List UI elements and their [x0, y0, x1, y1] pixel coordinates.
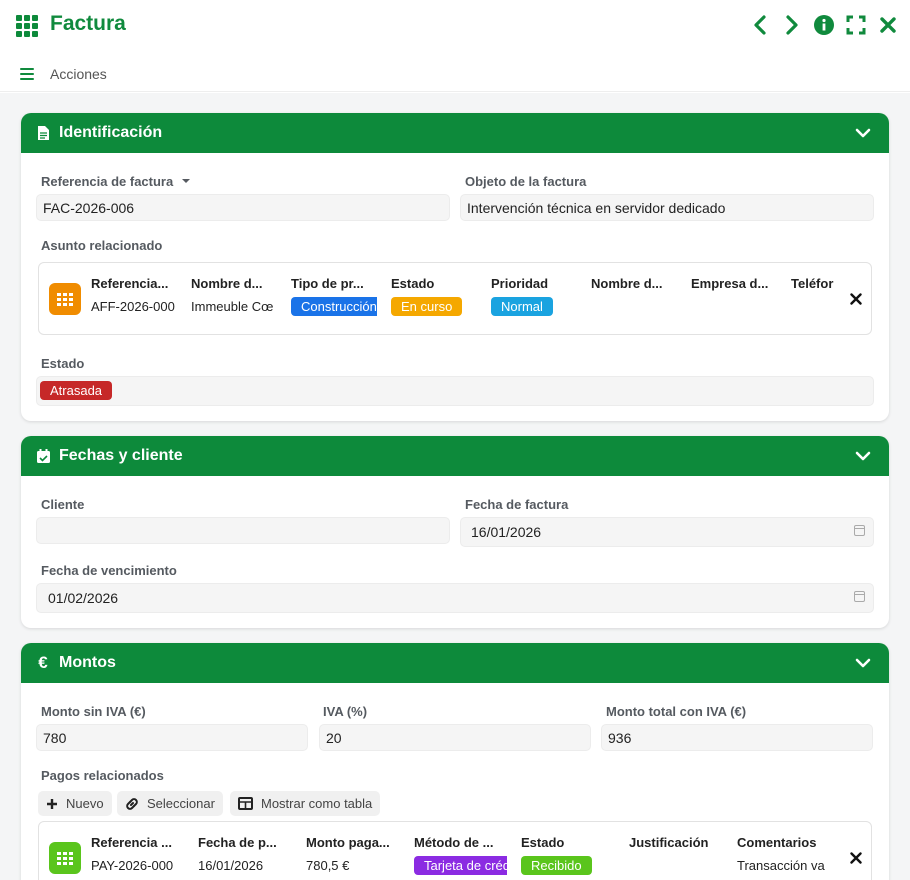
chevron-down-icon[interactable]: [855, 655, 871, 671]
col-nombre-2: Nombre d...: [591, 276, 663, 291]
panel-header-fechas[interactable]: Fechas y cliente: [21, 436, 889, 476]
total-label: Monto total con IVA (€): [606, 704, 747, 719]
chevron-down-icon[interactable]: [855, 448, 871, 464]
col-estado: Estado En curso: [391, 276, 477, 319]
link-icon: [126, 797, 138, 810]
sin-iva-field[interactable]: 780: [36, 724, 308, 751]
chevron-down-icon[interactable]: [855, 125, 871, 141]
chevron-left-icon[interactable]: [750, 14, 770, 36]
vencimiento-label: Fecha de vencimiento: [41, 563, 177, 578]
total-field[interactable]: 936: [601, 724, 873, 751]
panel-title: Montos: [59, 654, 116, 671]
col-nombre: Nombre d... Immeuble Cœ: [191, 276, 274, 314]
cliente-field[interactable]: [36, 517, 450, 544]
calendar-icon[interactable]: [854, 525, 865, 536]
calendar-check-icon: [35, 447, 51, 465]
close-icon[interactable]: [878, 14, 898, 36]
cliente-label: Cliente: [41, 497, 85, 512]
pago-card[interactable]: Referencia ... PAY-2026-000 Fecha de p..…: [38, 821, 872, 880]
col-monto: Monto paga... 780,5 €: [306, 835, 390, 873]
vencimiento-value: 01/02/2026: [48, 590, 119, 606]
estado-field[interactable]: Atrasada: [36, 376, 874, 406]
page-title: Factura: [50, 12, 126, 35]
remove-icon[interactable]: [850, 852, 862, 864]
panel-title: Fechas y cliente: [59, 447, 183, 464]
document-icon: [35, 124, 51, 142]
objeto-field[interactable]: Intervención técnica en servidor dedicad…: [460, 194, 874, 221]
caret-down-icon[interactable]: [181, 176, 191, 186]
show-table-button[interactable]: Mostrar como tabla: [230, 791, 381, 816]
estado-tag: Recibido: [521, 856, 592, 875]
col-telefono: Teléfor: [791, 276, 834, 291]
prioridad-tag: Normal: [491, 297, 553, 316]
panel-title: Identificación: [59, 124, 163, 141]
objeto-label: Objeto de la factura: [465, 174, 587, 189]
col-fecha: Fecha de p... 16/01/2026: [198, 835, 277, 873]
new-button[interactable]: Nuevo: [38, 791, 112, 816]
col-tipo: Tipo de pr... Construcción: [291, 276, 377, 316]
panel-montos: € Montos Monto sin IVA (€) 780 IVA (%) 2…: [21, 643, 889, 880]
panel-header-montos[interactable]: € Montos: [21, 643, 889, 683]
col-justificacion: Justificación: [629, 835, 709, 850]
select-button[interactable]: Seleccionar: [117, 791, 223, 816]
col-prioridad: Prioridad Normal: [491, 276, 577, 319]
fecha-factura-label: Fecha de factura: [465, 497, 569, 512]
grid-icon: [49, 842, 81, 874]
hamburger-icon[interactable]: [20, 68, 34, 80]
window-controls: [750, 14, 898, 36]
col-referencia: Referencia ... PAY-2026-000: [91, 835, 174, 873]
col-empresa: Empresa d...: [691, 276, 769, 291]
calendar-icon[interactable]: [854, 591, 865, 602]
actions-menu-label: Acciones: [50, 66, 107, 82]
expand-icon[interactable]: [846, 14, 866, 36]
fecha-factura-field[interactable]: 16/01/2026: [460, 517, 874, 547]
remove-icon[interactable]: [850, 293, 862, 305]
iva-field[interactable]: 20: [319, 724, 591, 751]
estado-badge: Atrasada: [40, 381, 113, 400]
ref-factura-label[interactable]: Referencia de factura: [41, 174, 191, 189]
metodo-tag: Tarjeta de crédito: [414, 856, 507, 875]
plus-icon: [47, 798, 57, 809]
info-icon[interactable]: [814, 14, 834, 36]
pagos-label: Pagos relacionados: [41, 768, 164, 783]
ref-factura-field[interactable]: FAC-2026-006: [36, 194, 450, 221]
top-bar: Factura Acciones: [0, 0, 910, 92]
asunto-label: Asunto relacionado: [41, 238, 163, 253]
fecha-factura-value: 16/01/2026: [471, 524, 542, 540]
col-comentarios: Comentarios Transacción va: [737, 835, 825, 873]
actions-menu[interactable]: Acciones: [20, 66, 107, 82]
tipo-tag: Construcción: [291, 297, 377, 316]
iva-label: IVA (%): [323, 704, 368, 719]
grid-icon: [49, 283, 81, 315]
estado-tag: En curso: [391, 297, 463, 316]
content-area: Identificación Referencia de factura FAC…: [0, 93, 910, 880]
panel-fechas: Fechas y cliente Cliente Fecha de factur…: [21, 436, 889, 628]
vencimiento-field[interactable]: 01/02/2026: [36, 583, 874, 613]
euro-icon: €: [38, 653, 48, 672]
chevron-right-icon[interactable]: [782, 14, 802, 36]
grid-icon[interactable]: [16, 15, 40, 37]
table-icon: [238, 797, 253, 810]
col-estado: Estado Recibido: [521, 835, 614, 878]
col-referencia: Referencia... AFF-2026-000: [91, 276, 175, 314]
asunto-card[interactable]: Referencia... AFF-2026-000 Nombre d... I…: [38, 262, 872, 335]
col-metodo: Método de ... Tarjeta de crédito: [414, 835, 507, 875]
panel-identificacion: Identificación Referencia de factura FAC…: [21, 113, 889, 421]
sin-iva-label: Monto sin IVA (€): [41, 704, 146, 719]
estado-label: Estado: [41, 356, 85, 371]
panel-header-identificacion[interactable]: Identificación: [21, 113, 889, 153]
